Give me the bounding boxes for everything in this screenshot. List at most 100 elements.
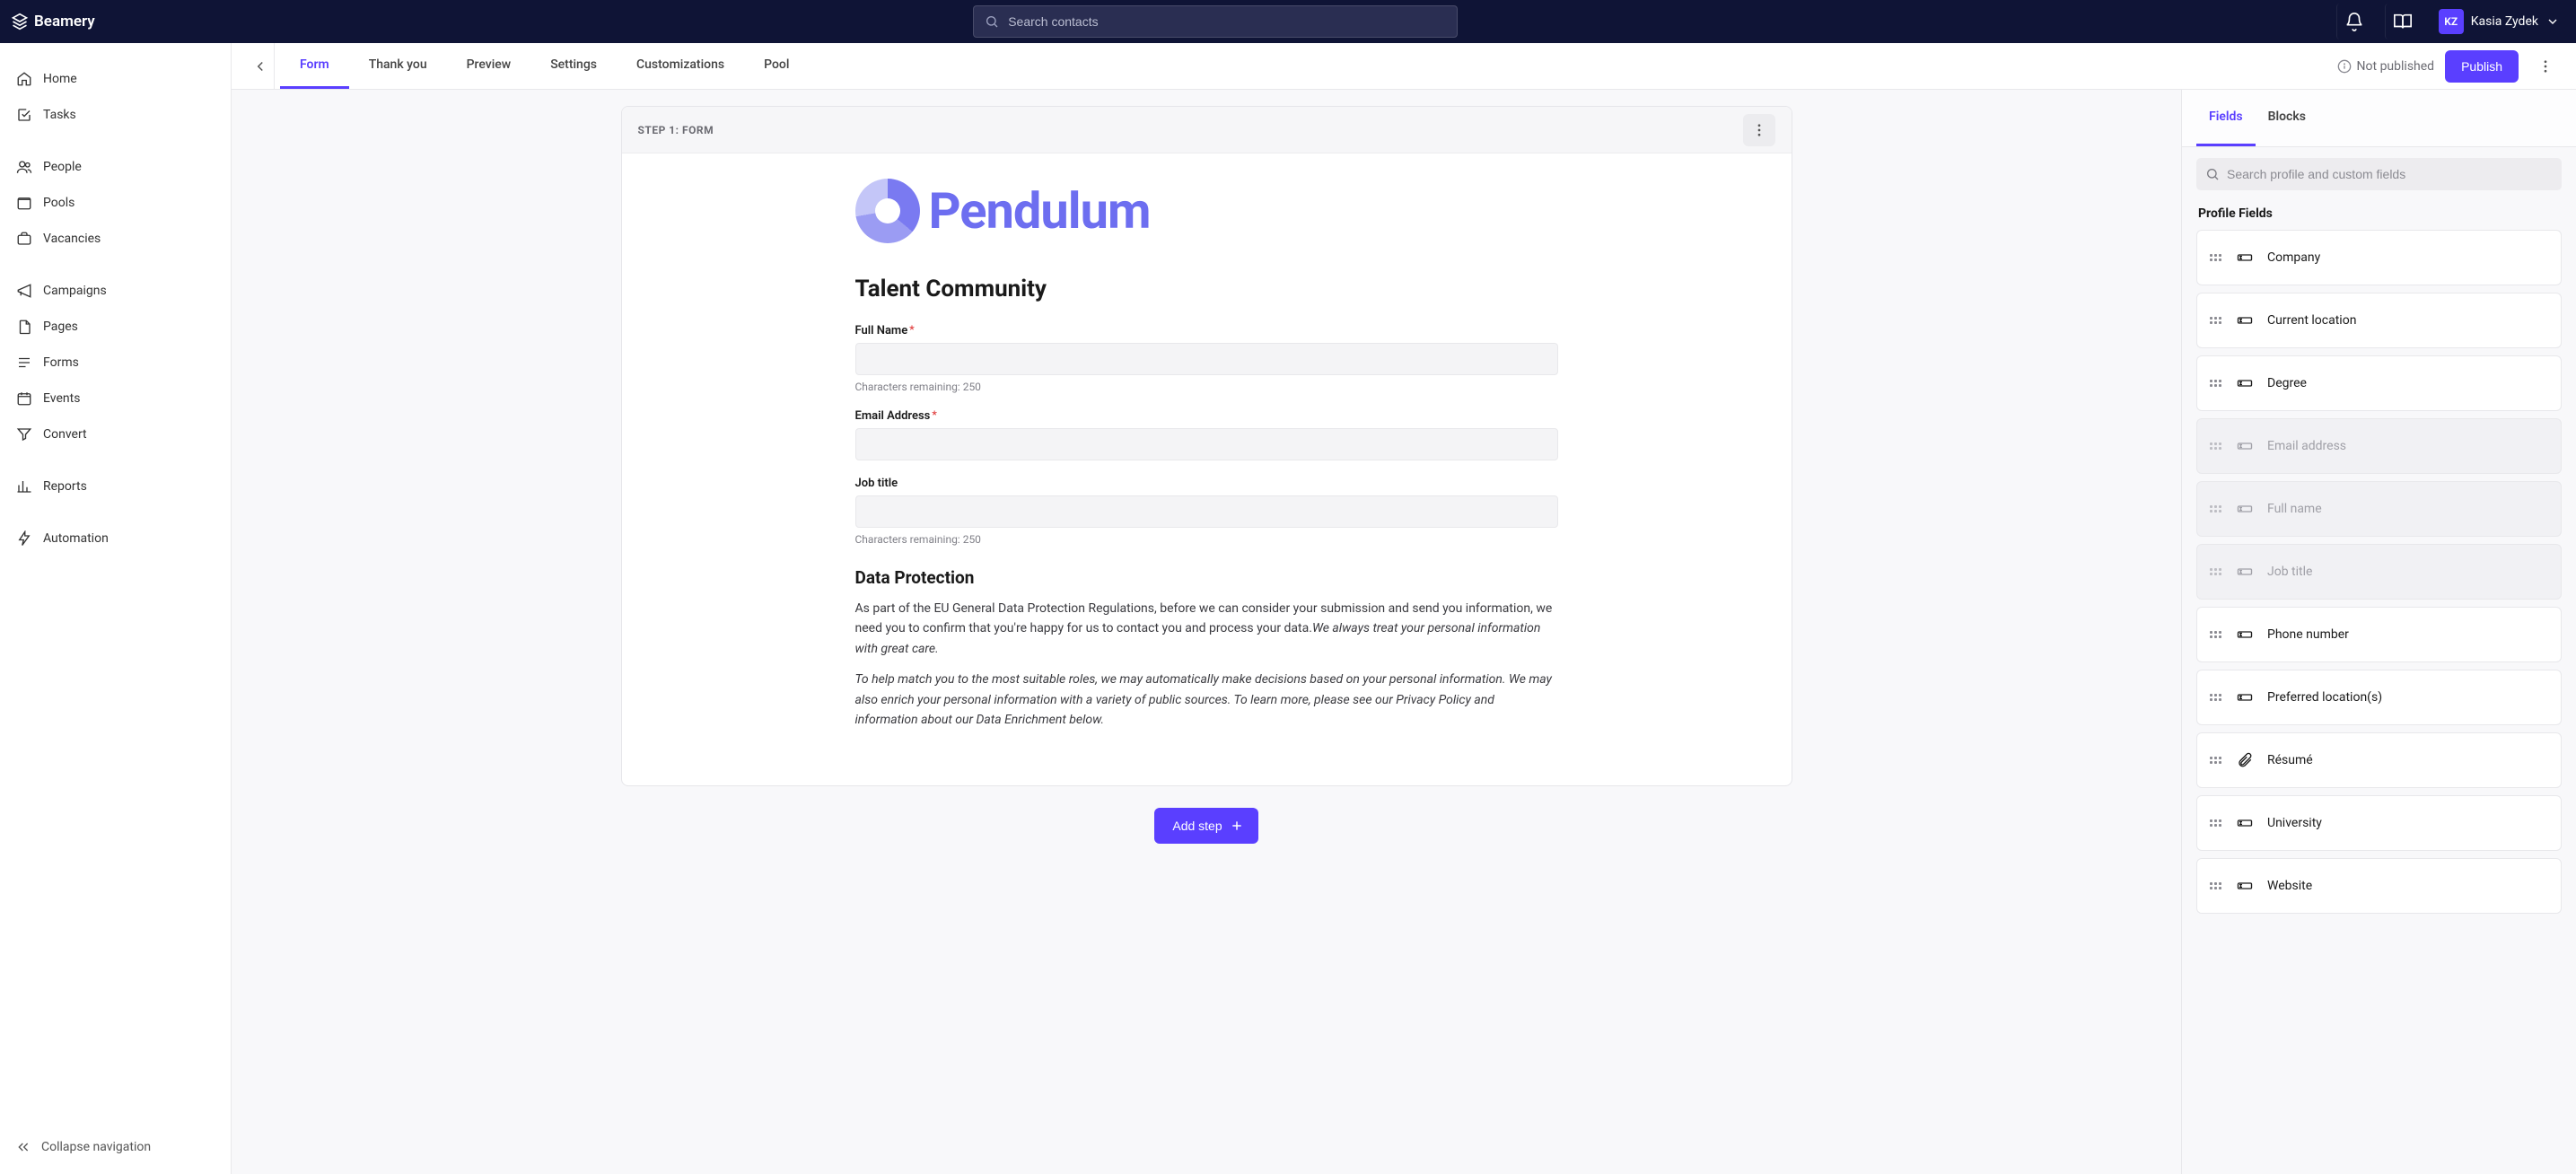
panel-tab-blocks[interactable]: Blocks bbox=[2256, 90, 2318, 146]
profile-field-item[interactable]: Preferred location(s) bbox=[2196, 670, 2562, 725]
drag-handle-icon bbox=[2210, 815, 2222, 831]
collapse-icon bbox=[16, 1140, 31, 1154]
kebab-icon bbox=[2537, 58, 2554, 74]
tab-preview[interactable]: Preview bbox=[447, 43, 531, 89]
step-options-button[interactable] bbox=[1743, 114, 1775, 146]
drag-handle-icon bbox=[2210, 501, 2222, 517]
user-menu[interactable]: KZ Kasia Zydek bbox=[2433, 9, 2565, 34]
drag-handle-icon bbox=[2210, 626, 2222, 643]
profile-field-label: Company bbox=[2267, 250, 2320, 265]
tab-thank-you[interactable]: Thank you bbox=[349, 43, 447, 89]
field-search-input[interactable] bbox=[2227, 167, 2553, 181]
text-field-icon bbox=[2237, 438, 2253, 454]
pages-icon bbox=[16, 319, 32, 335]
sidebar-item-label: Automation bbox=[43, 531, 109, 546]
field-label: Email Address * bbox=[855, 409, 1558, 423]
app-header: Beamery KZ Kasia Zydek bbox=[0, 0, 2576, 43]
sidebar-item-vacancies[interactable]: Vacancies bbox=[0, 221, 231, 257]
brand-logo[interactable]: Beamery bbox=[11, 13, 95, 31]
tab-form[interactable]: Form bbox=[280, 43, 349, 89]
sidebar-item-label: People bbox=[43, 160, 82, 174]
sidebar-item-tasks[interactable]: Tasks bbox=[0, 97, 231, 133]
profile-field-item[interactable]: University bbox=[2196, 795, 2562, 851]
brand-name-text: Pendulum bbox=[929, 181, 1151, 241]
sidebar-item-convert[interactable]: Convert bbox=[0, 416, 231, 452]
profile-field-item[interactable]: Degree bbox=[2196, 355, 2562, 411]
profile-field-label: University bbox=[2267, 816, 2322, 830]
info-icon bbox=[2337, 59, 2352, 74]
profile-field-label: Email address bbox=[2267, 439, 2346, 453]
tab-customizations[interactable]: Customizations bbox=[617, 43, 744, 89]
sidebar-item-label: Forms bbox=[43, 355, 79, 370]
text-field-icon bbox=[2237, 312, 2253, 329]
search-input[interactable] bbox=[1008, 14, 1446, 29]
profile-field-item: Email address bbox=[2196, 418, 2562, 474]
text-field-icon bbox=[2237, 626, 2253, 643]
fields-panel: FieldsBlocks Profile Fields Company Curr… bbox=[2181, 90, 2576, 1174]
sidebar-item-events[interactable]: Events bbox=[0, 381, 231, 416]
tab-pool[interactable]: Pool bbox=[744, 43, 809, 89]
editor-tabs: FormThank youPreviewSettingsCustomizatio… bbox=[232, 43, 2576, 90]
brand-mark-icon bbox=[855, 179, 920, 243]
drag-handle-icon bbox=[2210, 312, 2222, 329]
text-field-icon bbox=[2237, 375, 2253, 391]
field-type-icon bbox=[2237, 375, 2253, 391]
field-input[interactable] bbox=[855, 343, 1558, 375]
drag-handle-icon bbox=[2210, 878, 2222, 894]
convert-icon bbox=[16, 426, 32, 442]
form-brand: Pendulum bbox=[855, 179, 1558, 243]
text-field-icon bbox=[2237, 250, 2253, 266]
main-sidebar: HomeTasks People Pools Vacancies CampaignsPa… bbox=[0, 43, 232, 1174]
add-step-button[interactable]: Add step bbox=[1154, 808, 1257, 844]
avatar: KZ bbox=[2439, 9, 2464, 34]
global-search[interactable] bbox=[973, 5, 1458, 38]
sidebar-item-pages[interactable]: Pages bbox=[0, 309, 231, 345]
profile-field-label: Current location bbox=[2267, 313, 2356, 328]
sidebar-item-home[interactable]: Home bbox=[0, 61, 231, 97]
drag-handle-icon bbox=[2210, 250, 2222, 266]
field-type-icon bbox=[2237, 815, 2253, 831]
campaigns-icon bbox=[16, 283, 32, 299]
profile-field-label: Résumé bbox=[2267, 753, 2313, 767]
field-input[interactable] bbox=[855, 495, 1558, 528]
events-icon bbox=[16, 390, 32, 407]
help-button[interactable] bbox=[2385, 4, 2421, 39]
publish-status: Not published bbox=[2337, 59, 2435, 74]
field-type-icon bbox=[2237, 312, 2253, 329]
field-type-icon bbox=[2237, 752, 2253, 768]
sidebar-item-label: Reports bbox=[43, 479, 87, 494]
panel-tab-fields[interactable]: Fields bbox=[2196, 90, 2256, 146]
publish-button[interactable]: Publish bbox=[2445, 50, 2519, 83]
tab-settings[interactable]: Settings bbox=[530, 43, 617, 89]
sidebar-item-pools[interactable]: Pools bbox=[0, 185, 231, 221]
notifications-button[interactable] bbox=[2336, 4, 2372, 39]
field-type-icon bbox=[2237, 878, 2253, 894]
profile-field-item[interactable]: Company bbox=[2196, 230, 2562, 285]
profile-field-item[interactable]: Website bbox=[2196, 858, 2562, 914]
collapse-nav-button[interactable]: Collapse navigation bbox=[0, 1131, 231, 1163]
back-button[interactable] bbox=[246, 43, 275, 89]
text-field-icon bbox=[2237, 815, 2253, 831]
sidebar-item-forms[interactable]: Forms bbox=[0, 345, 231, 381]
profile-field-item[interactable]: Résumé bbox=[2196, 732, 2562, 788]
sidebar-item-reports[interactable]: Reports bbox=[0, 469, 231, 504]
sidebar-item-automation[interactable]: Automation bbox=[0, 521, 231, 556]
search-icon bbox=[985, 14, 999, 29]
search-icon bbox=[2205, 167, 2220, 181]
field-type-icon bbox=[2237, 626, 2253, 643]
profile-field-item[interactable]: Phone number bbox=[2196, 607, 2562, 662]
form-title: Talent Community bbox=[855, 276, 1558, 302]
field-search[interactable] bbox=[2196, 158, 2562, 190]
sidebar-item-label: Pools bbox=[43, 196, 74, 210]
sidebar-item-campaigns[interactable]: Campaigns bbox=[0, 273, 231, 309]
profile-field-item[interactable]: Current location bbox=[2196, 293, 2562, 348]
chevron-left-icon bbox=[252, 58, 268, 74]
profile-field-item: Job title bbox=[2196, 544, 2562, 600]
more-options-button[interactable] bbox=[2529, 50, 2562, 83]
beamery-logo-icon bbox=[11, 13, 29, 31]
sidebar-item-people[interactable]: People bbox=[0, 149, 231, 185]
form-field: Full Name * Characters remaining: 250 bbox=[855, 324, 1558, 393]
required-indicator: * bbox=[909, 324, 914, 335]
profile-field-label: Preferred location(s) bbox=[2267, 690, 2382, 705]
field-input[interactable] bbox=[855, 428, 1558, 460]
